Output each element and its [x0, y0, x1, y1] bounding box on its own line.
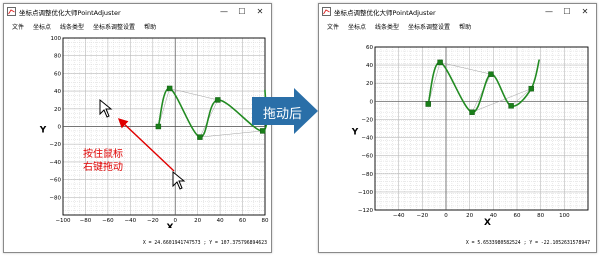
x-axis-label: X	[484, 218, 491, 228]
cursor-coordinates: X = 24.6601941747573 ; Y = 107.375796894…	[142, 241, 267, 246]
y-tick-label: 100	[51, 36, 62, 42]
control-polygon-segment	[510, 88, 532, 107]
x-tick-label: 80	[537, 213, 544, 219]
x-tick-label: −60	[102, 218, 114, 224]
y-tick-label: 60	[54, 71, 61, 77]
x-tick-label: −40	[393, 213, 405, 219]
fitted-curve	[157, 87, 268, 138]
data-point	[155, 123, 162, 130]
close-button[interactable]: ✕	[576, 5, 594, 18]
coordinate-plot[interactable]: −100 −80 −60 −40 −20 0 20 40 60 80 −80 −60 −40 −20 0 20…	[4, 32, 273, 228]
menu-file[interactable]: 文件	[327, 22, 339, 31]
close-button[interactable]: ✕	[251, 5, 269, 18]
x-tick-label: −40	[125, 218, 137, 224]
menu-axis-settings[interactable]: 坐标系调整设置	[93, 22, 135, 31]
cursor-coordinates: X = 5.6533980582524 ; Y = -22.1052631578…	[465, 241, 590, 246]
x-axis-label: X	[167, 223, 174, 228]
menu-line-type[interactable]: 线条类型	[375, 22, 399, 31]
y-tick-label: 40	[54, 89, 61, 95]
x-tick-label: −100	[55, 218, 71, 224]
transition-arrow-label: 拖动后	[263, 107, 303, 122]
x-tick-label: 100	[559, 213, 570, 219]
data-point	[197, 134, 203, 140]
menu-points[interactable]: 坐标点	[348, 22, 366, 31]
data-point	[528, 85, 534, 92]
app-icon	[322, 7, 331, 16]
x-tick-label: −20	[417, 213, 429, 219]
window-title: 坐标点调整优化大师PointAdjuster	[19, 9, 121, 17]
y-axis-label: Y	[351, 128, 359, 138]
y-tick-label: −60	[49, 178, 61, 184]
y-tick-label: −40	[49, 160, 61, 166]
y-tick-label: −40	[361, 136, 373, 142]
minimize-button[interactable]: —	[215, 5, 233, 18]
x-tick-label: 0	[173, 218, 177, 224]
y-tick-label: 60	[366, 45, 373, 51]
y-tick-label: 20	[366, 81, 373, 87]
coordinate-plot[interactable]: −40 −20 0 20 40 60 80 100 −120 −100 −80 −60 −40 −20 0 2…	[319, 32, 598, 228]
x-tick-label: 80	[262, 218, 269, 224]
y-tick-label: −60	[361, 154, 373, 160]
maximize-button[interactable]: ☐	[233, 5, 251, 18]
y-tick-label: −20	[49, 142, 61, 148]
x-tick-label: 40	[217, 218, 224, 224]
y-tick-label: −100	[358, 190, 374, 196]
x-tick-label: −80	[80, 218, 92, 224]
y-tick-label: 80	[54, 54, 61, 60]
menu-axis-settings[interactable]: 坐标系调整设置	[408, 22, 450, 31]
x-tick-label: −20	[147, 218, 159, 224]
y-tick-label: −80	[361, 172, 373, 178]
data-point	[425, 101, 431, 107]
data-point	[215, 97, 221, 103]
x-tick-label: 0	[444, 213, 448, 219]
title-bar[interactable]: 坐标点调整优化大师PointAdjuster — ☐ ✕	[319, 4, 596, 20]
data-point	[469, 109, 475, 115]
window-title: 坐标点调整优化大师PointAdjuster	[334, 9, 436, 17]
left-app-window: 坐标点调整优化大师PointAdjuster — ☐ ✕ 文件 坐标点 线条类型…	[3, 3, 272, 253]
maximize-button[interactable]: ☐	[558, 5, 576, 18]
menu-points[interactable]: 坐标点	[33, 22, 51, 31]
y-tick-label: −20	[361, 117, 373, 123]
x-tick-label: 60	[239, 218, 246, 224]
y-tick-label: −120	[358, 208, 374, 214]
menu-file[interactable]: 文件	[12, 22, 24, 31]
app-icon	[7, 7, 16, 16]
menu-bar: 文件 坐标点 线条类型 坐标系调整设置 帮助	[4, 20, 271, 32]
x-tick-label: 20	[466, 213, 473, 219]
data-point	[488, 71, 494, 77]
y-tick-label: 20	[54, 107, 61, 113]
title-bar[interactable]: 坐标点调整优化大师PointAdjuster — ☐ ✕	[4, 4, 271, 20]
y-tick-label: 40	[366, 63, 373, 69]
x-tick-label: 60	[514, 213, 521, 219]
x-tick-label: 20	[194, 218, 201, 224]
data-point	[166, 85, 173, 92]
menu-bar: 文件 坐标点 线条类型 坐标系调整设置 帮助	[319, 20, 596, 32]
menu-help[interactable]: 帮助	[459, 22, 471, 31]
minimize-button[interactable]: —	[540, 5, 558, 18]
menu-line-type[interactable]: 线条类型	[60, 22, 84, 31]
y-tick-label: −80	[49, 195, 61, 201]
data-point	[437, 59, 443, 66]
data-point	[508, 103, 514, 109]
y-tick-label: 0	[370, 99, 374, 105]
y-tick-label: 0	[58, 125, 62, 131]
y-axis-label: Y	[39, 126, 47, 136]
right-app-window: 坐标点调整优化大师PointAdjuster — ☐ ✕ 文件 坐标点 线条类型…	[318, 3, 597, 253]
menu-help[interactable]: 帮助	[144, 22, 156, 31]
